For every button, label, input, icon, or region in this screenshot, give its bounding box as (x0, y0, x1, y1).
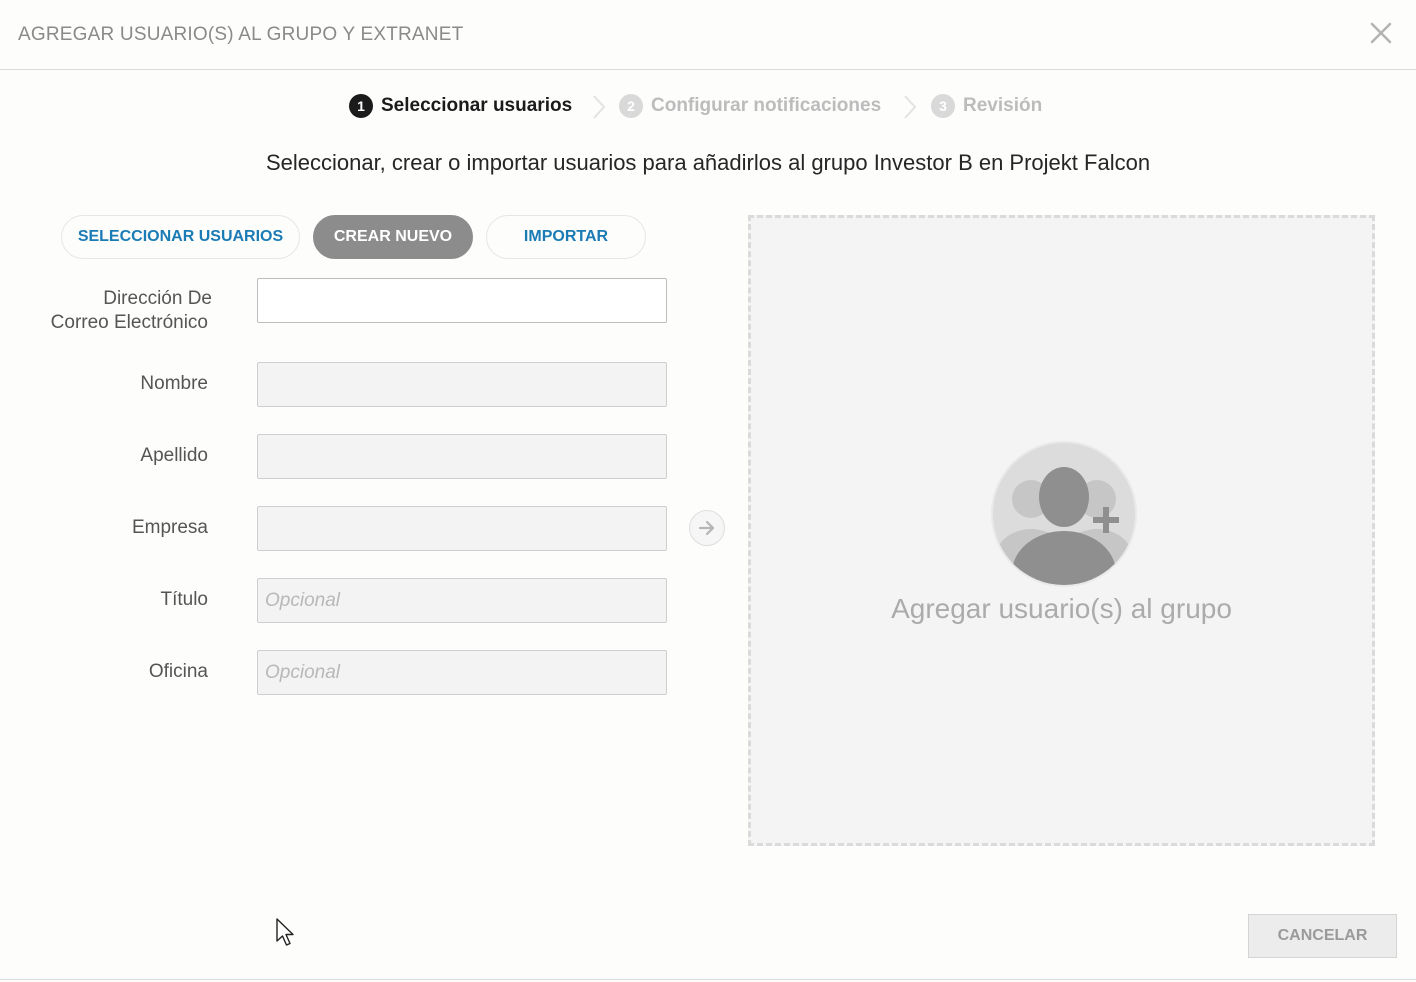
last-name-field[interactable] (257, 434, 667, 479)
step-review: 3 Revisión (931, 94, 1042, 118)
email-label-line1: Dirección De (103, 288, 212, 309)
title-field[interactable] (257, 578, 667, 623)
email-label: Dirección De Correo Electrónico (50, 287, 212, 335)
divider (0, 979, 1416, 980)
first-name-field[interactable] (257, 362, 667, 407)
close-icon[interactable] (1366, 18, 1396, 48)
stepper: 1 Seleccionar usuarios 2 Configurar noti… (0, 88, 1416, 124)
step-label: Revisión (963, 95, 1043, 116)
drop-zone-label: Agregar usuario(s) al grupo (891, 593, 1232, 624)
step-label: Seleccionar usuarios (381, 95, 573, 116)
company-label: Empresa (131, 517, 208, 538)
select-users-button[interactable]: SELECCIONAR USUARIOS (61, 215, 300, 259)
first-name-label: Nombre (140, 373, 208, 394)
step-configure-notifications: 2 Configurar notificaciones (619, 94, 881, 118)
arrow-right-icon (698, 520, 715, 536)
office-label: Oficina (148, 661, 208, 682)
modal-header: AGREGAR USUARIO(S) AL GRUPO Y EXTRANET (0, 0, 1416, 70)
add-users-icon (991, 441, 1137, 587)
step-number: 1 (349, 94, 373, 118)
title-label: Título (160, 589, 208, 610)
step-number: 2 (619, 94, 643, 118)
chevron-right-icon (904, 95, 917, 119)
office-field[interactable] (257, 650, 667, 695)
email-field[interactable] (257, 278, 667, 323)
add-to-group-button[interactable] (689, 510, 725, 546)
create-new-button[interactable]: CREAR NUEVO (313, 215, 473, 259)
last-name-label: Apellido (140, 445, 208, 466)
group-drop-zone: Agregar usuario(s) al grupo (748, 215, 1375, 846)
chevron-right-icon (593, 95, 606, 119)
mouse-cursor-icon (276, 918, 294, 946)
cancel-button[interactable]: CANCELAR (1248, 914, 1397, 958)
instructions-text: Seleccionar, crear o importar usuarios p… (265, 150, 1151, 175)
modal-title: AGREGAR USUARIO(S) AL GRUPO Y EXTRANET (18, 24, 464, 45)
step-select-users: 1 Seleccionar usuarios (349, 94, 572, 118)
step-label: Configurar notificaciones (651, 95, 882, 116)
email-label-line2: Correo Electrónico (50, 312, 208, 333)
step-number: 3 (931, 94, 955, 118)
import-button[interactable]: IMPORTAR (486, 215, 646, 259)
company-field[interactable] (257, 506, 667, 551)
